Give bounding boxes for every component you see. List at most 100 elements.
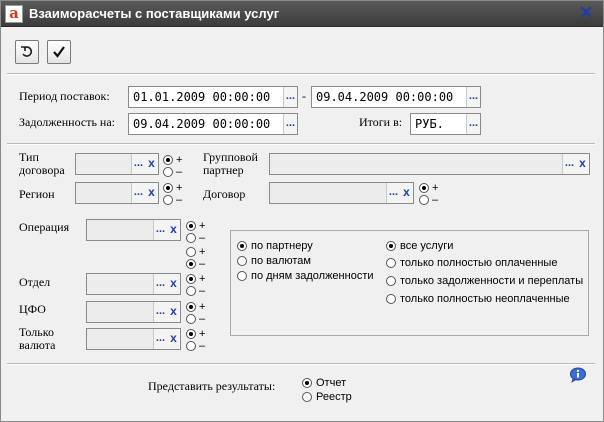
apply-button[interactable] (47, 40, 71, 64)
region-clear-button[interactable]: x (145, 183, 158, 203)
window-title: Взаиморасчеты с поставщиками услуг (29, 6, 280, 21)
plus-label: + (199, 301, 206, 313)
period-dash: - (302, 89, 306, 103)
group-partner-field[interactable]: ... x (269, 153, 590, 175)
department-clear-button[interactable]: x (167, 274, 180, 294)
totals-currency-field[interactable]: РУБ. ... (410, 113, 481, 135)
minus-label: – (199, 232, 206, 244)
currency-only-include-radio[interactable] (186, 329, 196, 339)
region-exclude-radio[interactable] (163, 195, 173, 205)
contract-clear-button[interactable]: x (400, 183, 413, 203)
debt-date-field[interactable]: 09.04.2009 00:00:00 ... (128, 113, 298, 135)
plus-label: + (199, 220, 206, 232)
plus-label: + (199, 246, 206, 258)
services-radio-unpaid[interactable] (386, 294, 396, 304)
plus-label: + (432, 182, 439, 194)
department-picker-button[interactable]: ... (153, 274, 167, 294)
department-field[interactable]: ... x (86, 273, 181, 295)
cfo-clear-button[interactable]: x (167, 302, 180, 322)
grouping-option-label: по партнеру (251, 240, 313, 252)
operation-label: Операция (19, 220, 70, 234)
period-from-value: 01.01.2009 00:00:00 (133, 90, 271, 104)
operation-include-radio[interactable] (186, 221, 196, 231)
help-button[interactable] (569, 367, 587, 383)
debt-date-picker-button[interactable]: ... (283, 114, 297, 134)
currency-only-exclude-radio[interactable] (186, 341, 196, 351)
app-logo: a (5, 5, 23, 23)
services-radio-debts[interactable] (386, 276, 396, 286)
cfo-include-radio[interactable] (186, 302, 196, 312)
grouping-option-label: по дням задолженности (251, 270, 374, 282)
close-icon (580, 6, 592, 18)
operation-clear-button[interactable]: x (167, 220, 180, 240)
period-to-picker-button[interactable]: ... (466, 87, 480, 107)
department-include-radio[interactable] (186, 274, 196, 284)
services-option-label: только полностью неоплаченные (400, 293, 570, 305)
cfo-picker-button[interactable]: ... (153, 302, 167, 322)
period-from-field[interactable]: 01.01.2009 00:00:00 ... (128, 86, 298, 108)
region-include-radio[interactable] (163, 183, 173, 193)
contract-type-clear-button[interactable]: x (145, 154, 158, 174)
contract-type-field[interactable]: ... x (75, 153, 159, 175)
contract-type-label: Тип договора (19, 150, 65, 177)
minus-label: – (432, 194, 439, 206)
currency-only-picker-button[interactable]: ... (153, 329, 167, 349)
separator (7, 143, 595, 145)
period-to-field[interactable]: 09.04.2009 00:00:00 ... (311, 86, 481, 108)
cfo-exclude-radio[interactable] (186, 314, 196, 324)
options-panel: по партнеру по валютам по дням задолженн… (230, 230, 589, 336)
services-radio-all[interactable] (386, 241, 396, 251)
operation-picker-button[interactable]: ... (153, 220, 167, 240)
totals-currency-picker-button[interactable]: ... (466, 114, 480, 134)
region-field[interactable]: ... x (75, 182, 159, 204)
region-label: Регион (19, 187, 55, 201)
output-radio-report[interactable] (302, 378, 312, 388)
period-to-value: 09.04.2009 00:00:00 (316, 90, 454, 104)
minus-label: – (199, 285, 206, 297)
services-radio-paid[interactable] (386, 258, 396, 268)
operation-exclude-radio[interactable] (186, 233, 196, 243)
contract-type-picker-button[interactable]: ... (131, 154, 145, 174)
extra-exclude-radio[interactable] (186, 259, 196, 269)
currency-only-clear-button[interactable]: x (167, 329, 180, 349)
currency-only-field[interactable]: ... x (86, 328, 181, 350)
operation-field[interactable]: ... x (86, 219, 181, 241)
region-picker-button[interactable]: ... (131, 183, 145, 203)
separator (7, 363, 595, 365)
department-label: Отдел (19, 275, 51, 289)
grouping-radio-partner[interactable] (237, 241, 247, 251)
department-exclude-radio[interactable] (186, 286, 196, 296)
cfo-field[interactable]: ... x (86, 301, 181, 323)
debt-date-value: 09.04.2009 00:00:00 (133, 117, 271, 131)
cfo-label: ЦФО (19, 302, 46, 316)
contract-type-exclude-radio[interactable] (163, 167, 173, 177)
grouping-radio-debt-days[interactable] (237, 271, 247, 281)
plus-label: + (176, 182, 183, 194)
contract-include-radio[interactable] (419, 183, 429, 193)
output-option-label: Реестр (316, 391, 352, 403)
plus-label: + (199, 273, 206, 285)
services-option-label: все услуги (400, 240, 454, 252)
contract-exclude-radio[interactable] (419, 195, 429, 205)
undo-button[interactable] (15, 40, 39, 64)
services-option-label: только задолженности и переплаты (400, 275, 584, 287)
services-option-label: только полностью оплаченные (400, 257, 558, 269)
contract-field[interactable]: ... x (269, 182, 414, 204)
minus-label: – (176, 194, 183, 206)
group-partner-picker-button[interactable]: ... (562, 154, 576, 174)
contract-type-include-radio[interactable] (163, 155, 173, 165)
grouping-radio-currency[interactable] (237, 256, 247, 266)
group-partner-clear-button[interactable]: x (576, 154, 589, 174)
extra-include-radio[interactable] (186, 247, 196, 257)
period-from-picker-button[interactable]: ... (283, 87, 297, 107)
output-radio-registry[interactable] (302, 392, 312, 402)
totals-currency-value: РУБ. (415, 117, 444, 131)
totals-label: Итоги в: (359, 115, 403, 129)
contract-picker-button[interactable]: ... (386, 183, 400, 203)
minus-label: – (199, 313, 206, 325)
info-icon (570, 367, 586, 383)
title-bar: a Взаиморасчеты с поставщиками услуг (1, 1, 603, 27)
output-label: Представить результаты: (148, 379, 276, 393)
close-button[interactable] (579, 6, 593, 20)
currency-only-label: Только валюта (19, 325, 56, 352)
